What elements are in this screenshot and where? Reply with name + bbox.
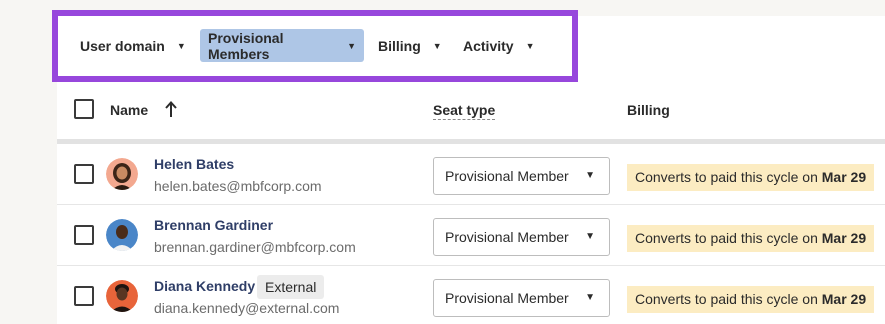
select-all-checkbox[interactable]	[74, 99, 94, 119]
column-header-billing: Billing	[627, 102, 670, 118]
table-row: Helen Bates helen.bates@mbfcorp.com Prov…	[57, 144, 885, 205]
billing-date: Mar 29	[821, 169, 867, 185]
user-name-link[interactable]: Brennan Gardiner	[154, 217, 273, 233]
filter-label: User domain	[80, 37, 165, 54]
filter-bar: User domain ▼ Provisional Members ▼ Bill…	[52, 10, 578, 82]
row-checkbox[interactable]	[74, 225, 94, 245]
user-name-link[interactable]: Helen Bates	[154, 156, 234, 172]
billing-text: Converts to paid this cycle on	[635, 230, 822, 246]
filter-label: Activity	[463, 37, 514, 54]
avatar	[106, 280, 138, 312]
avatar	[106, 219, 138, 251]
caret-down-icon: ▼	[585, 292, 595, 303]
column-header-name[interactable]: Name	[110, 102, 148, 118]
user-email: helen.bates@mbfcorp.com	[154, 178, 322, 194]
filter-label: Billing	[378, 37, 421, 54]
seat-type-value: Provisional Member	[445, 229, 569, 245]
column-header-seat-type[interactable]: Seat type	[433, 102, 496, 120]
filter-activity[interactable]: Activity ▼	[455, 29, 543, 62]
table-row: Diana Kennedy External diana.kennedy@ext…	[57, 266, 885, 324]
caret-down-icon: ▼	[585, 231, 595, 242]
filter-billing[interactable]: Billing ▼	[370, 29, 450, 62]
seat-type-select[interactable]: Provisional Member ▼	[433, 279, 610, 317]
billing-date: Mar 29	[821, 230, 867, 246]
billing-status-badge: Converts to paid this cycle on Mar 29	[627, 164, 875, 191]
billing-status-badge: Converts to paid this cycle on Mar 29	[627, 286, 875, 313]
table-row: Brennan Gardiner brennan.gardiner@mbfcor…	[57, 205, 885, 266]
billing-text: Converts to paid this cycle on	[635, 169, 822, 185]
row-checkbox[interactable]	[74, 286, 94, 306]
caret-down-icon: ▼	[585, 170, 595, 181]
filter-provisional-members[interactable]: Provisional Members ▼	[200, 29, 364, 62]
filter-user-domain[interactable]: User domain ▼	[72, 29, 194, 62]
seat-type-select[interactable]: Provisional Member ▼	[433, 157, 610, 195]
seat-type-value: Provisional Member	[445, 290, 569, 306]
user-name-link[interactable]: Diana Kennedy	[154, 278, 255, 294]
caret-down-icon: ▼	[432, 40, 442, 51]
seat-type-select[interactable]: Provisional Member ▼	[433, 218, 610, 256]
billing-text: Converts to paid this cycle on	[635, 291, 822, 307]
filter-label: Provisional Members	[208, 29, 284, 62]
user-email: brennan.gardiner@mbfcorp.com	[154, 239, 356, 255]
row-checkbox[interactable]	[74, 164, 94, 184]
external-badge: External	[257, 275, 325, 299]
billing-date: Mar 29	[821, 291, 867, 307]
caret-down-icon: ▼	[176, 40, 186, 51]
caret-down-icon: ▼	[347, 40, 356, 51]
seat-type-value: Provisional Member	[445, 168, 569, 184]
avatar	[106, 158, 138, 190]
caret-down-icon: ▼	[525, 40, 535, 51]
billing-status-badge: Converts to paid this cycle on Mar 29	[627, 225, 875, 252]
arrow-up-icon[interactable]	[163, 100, 179, 118]
user-email: diana.kennedy@external.com	[154, 300, 340, 316]
